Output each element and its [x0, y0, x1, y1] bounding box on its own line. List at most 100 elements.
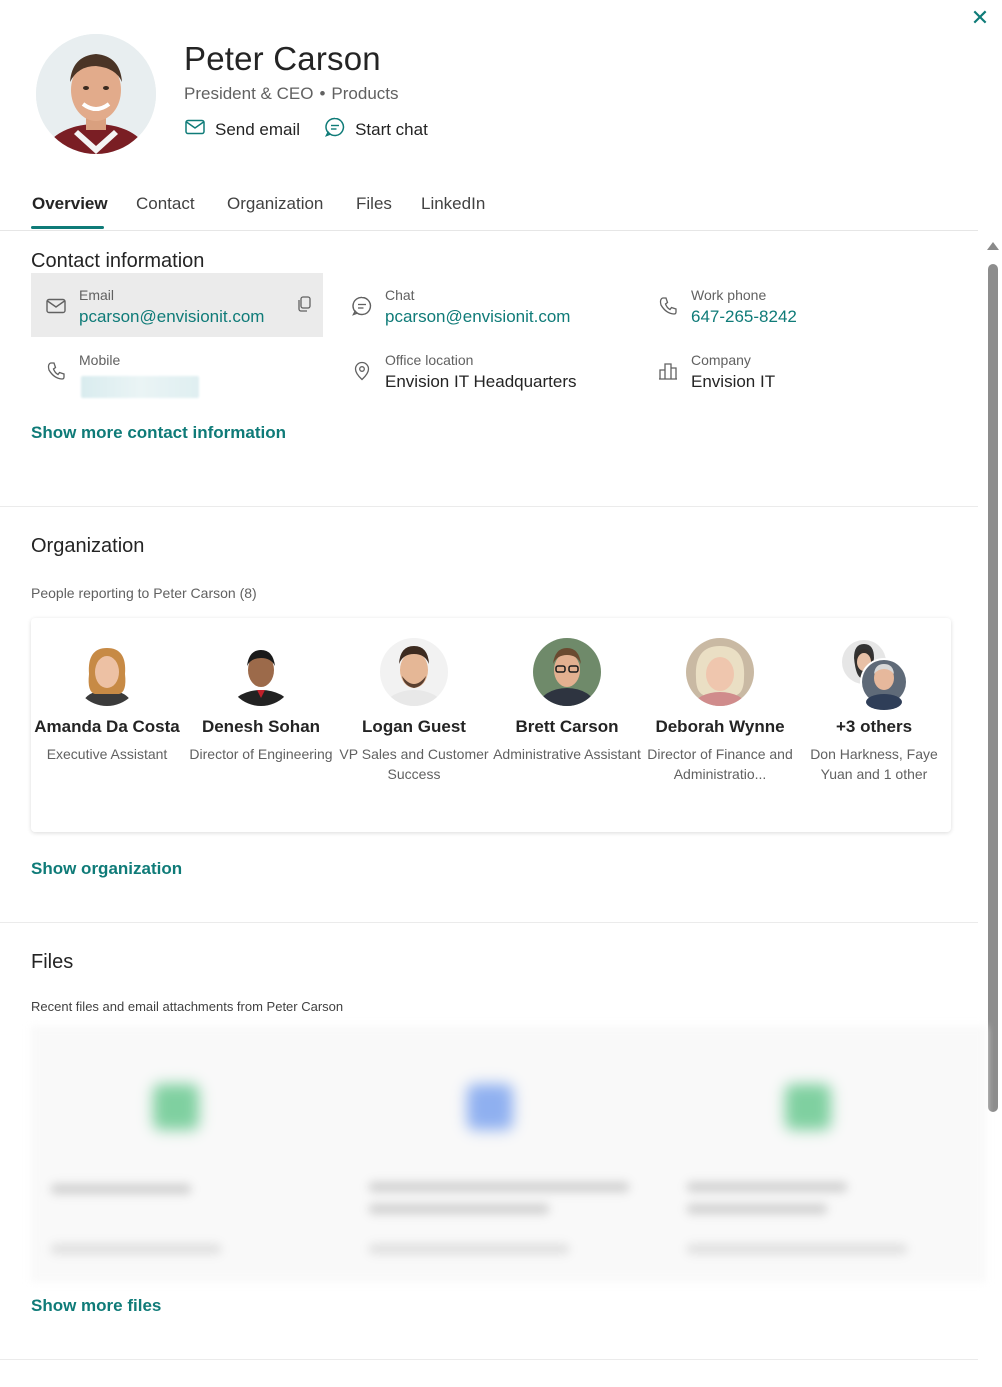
tab-contact[interactable]: Contact: [136, 194, 195, 214]
profile-header: Peter Carson President & CEO • Products Se…: [0, 0, 1002, 170]
show-more-files-link[interactable]: Show more files: [31, 1296, 161, 1316]
file-type-icon: [785, 1084, 831, 1130]
more-people-names: Don Harkness, Faye Yuan and 1 other: [810, 746, 938, 782]
file-title-placeholder: [51, 1184, 191, 1194]
chat-field[interactable]: Chat pcarson@envisionit.com: [337, 273, 629, 337]
person-card[interactable]: Logan Guest VP Sales and Customer Succes…: [339, 638, 489, 784]
scroll-up-arrow-icon[interactable]: [987, 242, 999, 250]
person-title: Administrative Assistant: [493, 746, 641, 762]
person-name: Denesh Sohan: [201, 717, 321, 736]
person-card[interactable]: Amanda Da Costa Executive Assistant: [32, 638, 182, 764]
tab-overview[interactable]: Overview: [32, 194, 108, 214]
work-phone-label: Work phone: [691, 287, 767, 303]
tab-linkedin[interactable]: LinkedIn: [421, 194, 485, 214]
avatar: [533, 638, 601, 706]
email-value[interactable]: pcarson@envisionit.com: [79, 307, 264, 327]
company-field: Company Envision IT: [643, 338, 935, 402]
file-card[interactable]: [349, 1026, 659, 1282]
person-name: Amanda Da Costa: [34, 717, 180, 736]
avatar: [686, 638, 754, 706]
copy-icon[interactable]: [295, 295, 313, 313]
send-email-button[interactable]: Send email: [184, 116, 300, 143]
person-card[interactable]: Brett Carson Administrative Assistant: [492, 638, 642, 764]
office-location-field: Office location Envision IT Headquarters: [337, 338, 629, 402]
start-chat-label: Start chat: [355, 119, 428, 139]
more-people-card[interactable]: +3 others Don Harkness, Faye Yuan and 1 …: [799, 638, 949, 784]
office-location-value: Envision IT Headquarters: [385, 372, 577, 391]
email-field[interactable]: Email pcarson@envisionit.com: [31, 273, 323, 337]
chat-value[interactable]: pcarson@envisionit.com: [385, 307, 570, 327]
mobile-value-redacted: [81, 376, 199, 398]
profile-name: Peter Carson: [184, 40, 381, 77]
contact-heading: Contact information: [31, 250, 205, 272]
work-phone-value[interactable]: 647-265-8242: [691, 307, 797, 327]
avatar: [227, 638, 295, 706]
person-name: Brett Carson: [515, 717, 619, 736]
avatar: [73, 638, 141, 706]
file-title-placeholder: [687, 1204, 827, 1214]
file-meta-placeholder: [51, 1244, 221, 1254]
file-title-placeholder: [369, 1204, 549, 1214]
location-icon: [351, 360, 373, 382]
person-title: Executive Assistant: [46, 746, 168, 762]
work-phone-field[interactable]: Work phone 647-265-8242: [643, 273, 935, 337]
person-title: Director of Engineering: [189, 746, 333, 762]
profile-actions: Send email Start chat: [184, 116, 428, 143]
show-organization-link[interactable]: Show organization: [31, 859, 182, 879]
phone-icon: [45, 360, 67, 382]
section-divider: [0, 1359, 978, 1360]
mobile-field[interactable]: Mobile: [31, 338, 323, 402]
start-chat-button[interactable]: Start chat: [324, 116, 428, 143]
subtitle-separator: •: [319, 84, 326, 103]
file-type-icon: [467, 1084, 513, 1130]
mail-icon: [184, 116, 206, 143]
person-card[interactable]: Deborah Wynne Director of Finance and Ad…: [645, 638, 795, 784]
scrollbar-thumb[interactable]: [988, 264, 998, 1112]
tab-organization[interactable]: Organization: [227, 194, 323, 214]
section-divider: [0, 506, 978, 507]
office-location-label: Office location: [385, 352, 474, 368]
avatar: [380, 638, 448, 706]
profile-avatar: [36, 34, 156, 154]
mail-icon: [45, 295, 67, 317]
person-name: Logan Guest: [362, 717, 466, 736]
file-card[interactable]: [31, 1026, 341, 1282]
person-title: Director of Finance and Administratio...: [647, 746, 793, 782]
person-title: VP Sales and Customer Success: [339, 746, 489, 782]
files-subheading: Recent files and email attachments from …: [31, 999, 344, 1014]
company-value: Envision IT: [691, 372, 776, 391]
tab-bar: Overview Contact Organization Files Link…: [0, 186, 978, 231]
company-label: Company: [691, 352, 751, 368]
building-icon: [657, 360, 679, 382]
organization-subheading: People reporting to Peter Carson (8): [31, 585, 257, 601]
stacked-avatars: [840, 638, 908, 710]
file-type-icon: [153, 1084, 199, 1130]
files-carousel-blurred: [31, 1026, 986, 1282]
organization-heading: Organization: [31, 535, 145, 557]
more-people-label: +3 others: [835, 717, 913, 736]
direct-reports-card: Amanda Da Costa Executive Assistant Dene…: [31, 618, 951, 832]
chat-icon: [324, 116, 346, 143]
profile-subtitle: President & CEO • Products: [184, 84, 399, 104]
send-email-label: Send email: [215, 119, 301, 139]
file-card[interactable]: [667, 1026, 977, 1282]
close-icon[interactable]: ✕: [968, 6, 992, 30]
chat-label: Chat: [385, 287, 415, 303]
files-heading: Files: [31, 951, 74, 973]
section-divider: [0, 922, 978, 923]
person-name: Deborah Wynne: [655, 717, 785, 736]
file-meta-placeholder: [369, 1244, 569, 1254]
tab-files[interactable]: Files: [356, 194, 392, 214]
phone-icon: [657, 295, 679, 317]
chat-icon: [351, 295, 373, 317]
show-more-contact-link[interactable]: Show more contact information: [31, 423, 286, 443]
file-meta-placeholder: [687, 1244, 907, 1254]
department: Products: [331, 84, 399, 103]
file-title-placeholder: [369, 1182, 629, 1192]
email-label: Email: [79, 287, 115, 303]
person-card[interactable]: Denesh Sohan Director of Engineering: [186, 638, 336, 764]
file-title-placeholder: [687, 1182, 847, 1192]
active-tab-indicator: [31, 226, 104, 229]
job-title: President & CEO: [184, 84, 314, 103]
mobile-label: Mobile: [79, 352, 121, 368]
